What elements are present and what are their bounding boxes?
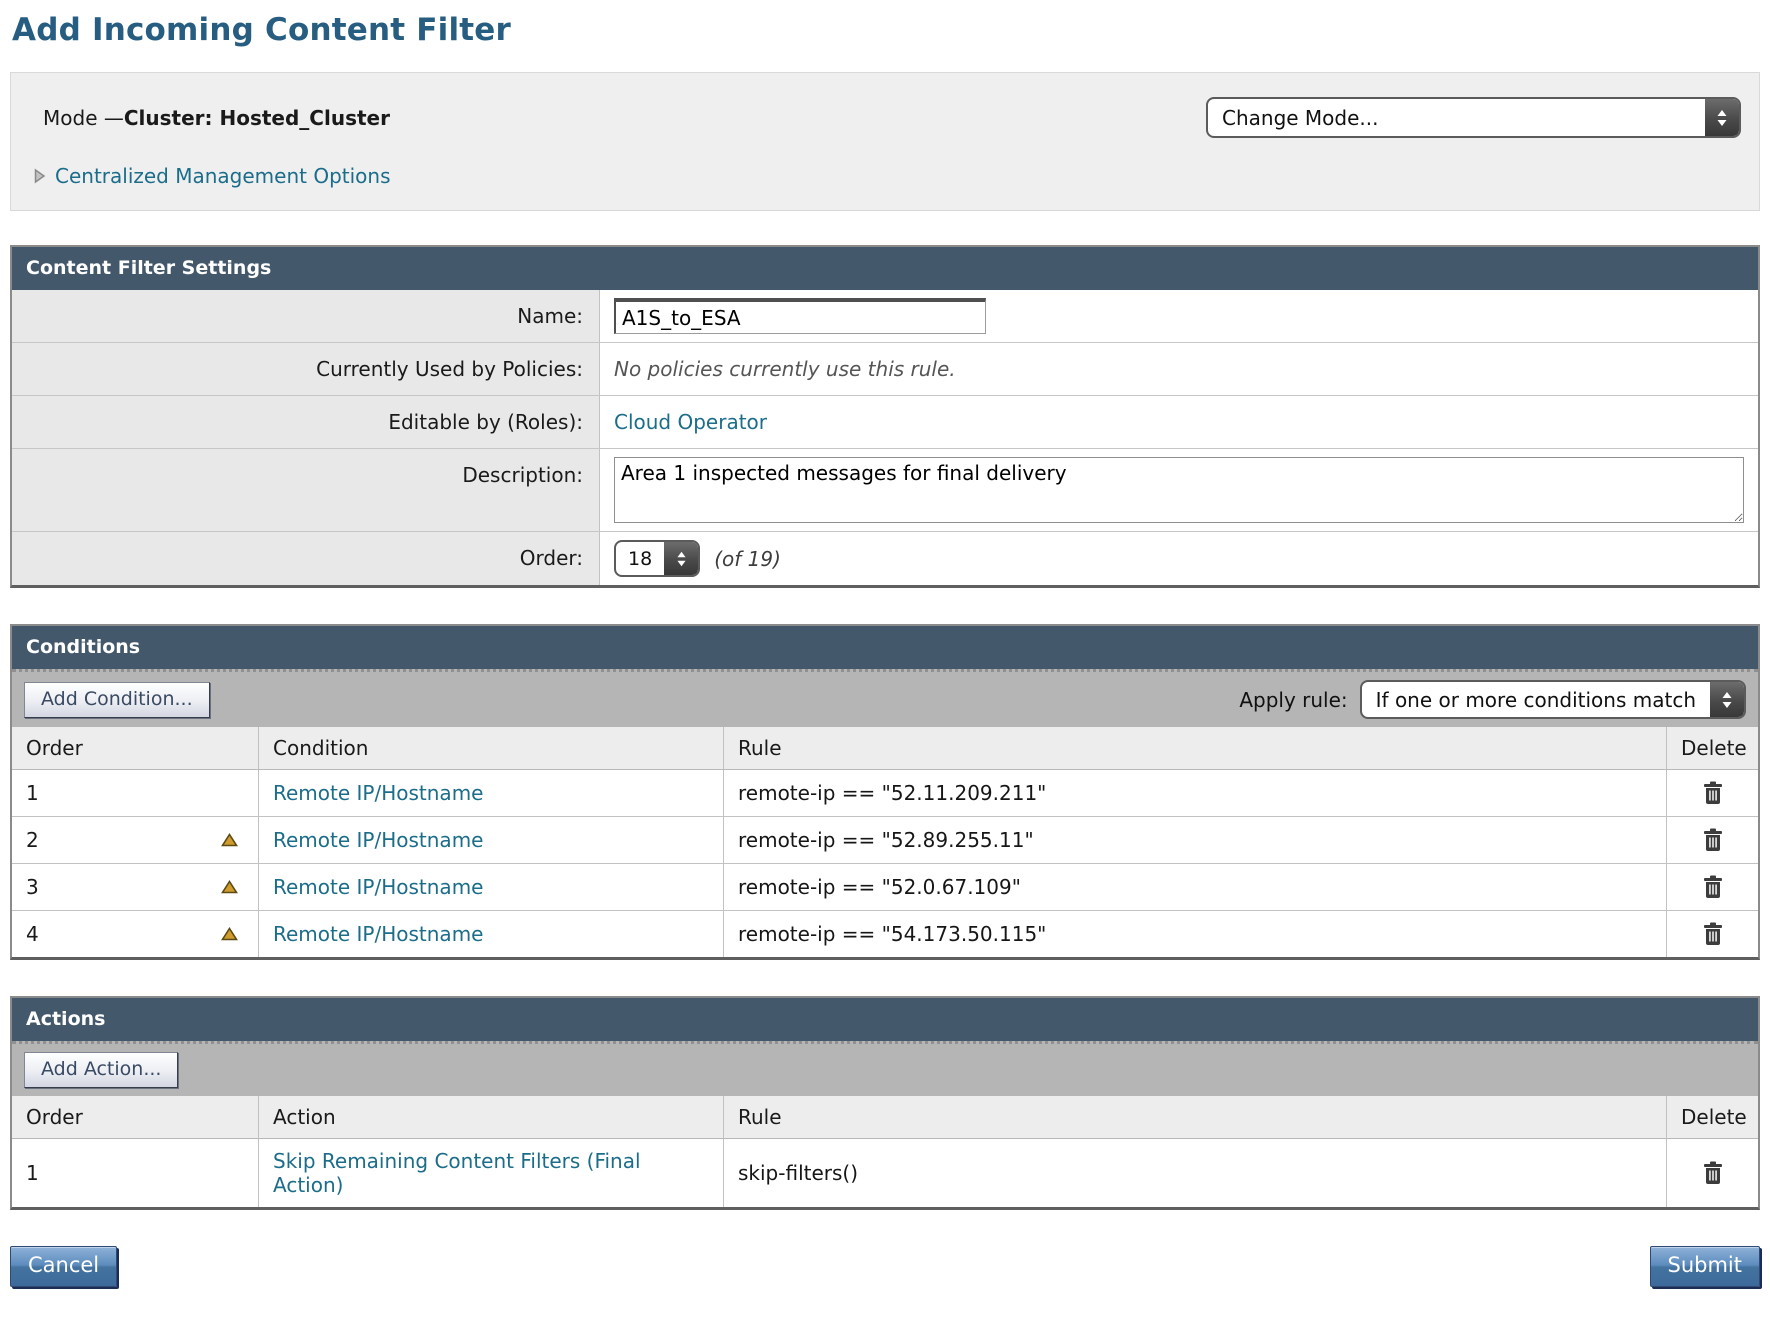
page: Add Incoming Content Filter Mode —Cluste… <box>0 0 1770 1317</box>
condition-order: 2 <box>26 828 39 852</box>
select-stepper-icon <box>664 542 698 575</box>
order-label: Order: <box>12 532 600 585</box>
name-label: Name: <box>12 290 600 342</box>
delete-condition-button[interactable] <box>1701 921 1725 947</box>
trash-icon <box>1701 1160 1725 1186</box>
condition-row: 2 Remote IP/Hostname remote-ip == "52.89… <box>12 817 1758 864</box>
name-input[interactable] <box>614 298 986 334</box>
delete-action-button[interactable] <box>1701 1160 1725 1186</box>
description-row: Description: Area 1 inspected messages f… <box>12 449 1758 532</box>
content-filter-settings-panel: Content Filter Settings Name: Currently … <box>10 245 1760 588</box>
delete-condition-button[interactable] <box>1701 827 1725 853</box>
name-row: Name: <box>12 290 1758 343</box>
column-header-delete: Delete <box>1667 1096 1761 1138</box>
change-mode-select-value: Change Mode... <box>1208 99 1705 136</box>
condition-link[interactable]: Remote IP/Hostname <box>273 875 483 899</box>
mode-label: Mode — <box>43 106 124 130</box>
change-mode-select[interactable]: Change Mode... <box>1206 97 1741 138</box>
conditions-column-headers: Order Condition Rule Delete <box>12 727 1758 770</box>
column-header-rule: Rule <box>724 727 1667 769</box>
mode-panel: Mode —Cluster: Hosted_Cluster Change Mod… <box>10 72 1760 211</box>
actions-panel: Actions Add Action... Order Action Rule … <box>10 996 1760 1210</box>
page-title: Add Incoming Content Filter <box>12 12 1760 48</box>
select-stepper-icon <box>1710 682 1744 717</box>
centralized-management-options-link[interactable]: Centralized Management Options <box>55 164 391 188</box>
column-header-rule: Rule <box>724 1096 1667 1138</box>
order-select[interactable]: 18 <box>614 540 700 577</box>
policies-row: Currently Used by Policies: No policies … <box>12 343 1758 396</box>
column-header-action: Action <box>259 1096 724 1138</box>
add-action-button[interactable]: Add Action... <box>24 1052 178 1088</box>
column-header-delete: Delete <box>1667 727 1761 769</box>
mode-value: Cluster: Hosted_Cluster <box>124 106 390 130</box>
action-link[interactable]: Skip Remaining Content Filters (Final Ac… <box>273 1149 709 1197</box>
policies-value: No policies currently use this rule. <box>614 357 956 381</box>
move-up-button[interactable] <box>221 833 238 847</box>
cloud-operator-link[interactable]: Cloud Operator <box>614 410 767 434</box>
column-header-order: Order <box>12 727 259 769</box>
move-up-icon <box>221 880 238 894</box>
conditions-panel: Conditions Add Condition... Apply rule: … <box>10 624 1760 960</box>
condition-rule: remote-ip == "54.173.50.115" <box>738 922 1046 946</box>
order-select-value: 18 <box>616 542 664 575</box>
condition-row: 3 Remote IP/Hostname remote-ip == "52.0.… <box>12 864 1758 911</box>
conditions-toolbar: Add Condition... Apply rule: If one or m… <box>12 669 1758 727</box>
roles-row: Editable by (Roles): Cloud Operator <box>12 396 1758 449</box>
disclosure-triangle-icon[interactable] <box>33 167 46 185</box>
apply-rule-select-value: If one or more conditions match <box>1362 682 1710 717</box>
condition-order: 4 <box>26 922 39 946</box>
actions-column-headers: Order Action Rule Delete <box>12 1096 1758 1139</box>
select-stepper-icon <box>1705 99 1739 136</box>
move-up-button[interactable] <box>221 927 238 941</box>
description-textarea[interactable]: Area 1 inspected messages for final deli… <box>614 457 1744 523</box>
mode-text: Mode —Cluster: Hosted_Cluster <box>29 106 390 130</box>
column-header-order: Order <box>12 1096 259 1138</box>
condition-order: 1 <box>26 781 39 805</box>
roles-label: Editable by (Roles): <box>12 396 600 448</box>
apply-rule-select[interactable]: If one or more conditions match <box>1360 680 1746 719</box>
condition-rule: remote-ip == "52.0.67.109" <box>738 875 1021 899</box>
settings-panel-header: Content Filter Settings <box>12 247 1758 290</box>
column-header-condition: Condition <box>259 727 724 769</box>
footer-bar: Cancel Submit <box>10 1246 1760 1287</box>
move-up-icon <box>221 927 238 941</box>
condition-rule: remote-ip == "52.89.255.11" <box>738 828 1034 852</box>
condition-link[interactable]: Remote IP/Hostname <box>273 781 483 805</box>
trash-icon <box>1701 874 1725 900</box>
delete-condition-button[interactable] <box>1701 780 1725 806</box>
condition-rule: remote-ip == "52.11.209.211" <box>738 781 1046 805</box>
policies-label: Currently Used by Policies: <box>12 343 600 395</box>
apply-rule-label: Apply rule: <box>1239 688 1347 712</box>
action-order: 1 <box>26 1161 39 1185</box>
condition-row: 1 Remote IP/Hostname remote-ip == "52.11… <box>12 770 1758 817</box>
move-up-icon <box>221 833 238 847</box>
actions-toolbar: Add Action... <box>12 1041 1758 1096</box>
move-up-button[interactable] <box>221 880 238 894</box>
trash-icon <box>1701 921 1725 947</box>
delete-condition-button[interactable] <box>1701 874 1725 900</box>
add-condition-button[interactable]: Add Condition... <box>24 682 210 718</box>
condition-link[interactable]: Remote IP/Hostname <box>273 828 483 852</box>
cancel-button[interactable]: Cancel <box>10 1246 117 1287</box>
conditions-panel-header: Conditions <box>12 626 1758 669</box>
action-rule: skip-filters() <box>738 1161 858 1185</box>
trash-icon <box>1701 827 1725 853</box>
condition-order: 3 <box>26 875 39 899</box>
condition-row: 4 Remote IP/Hostname remote-ip == "54.17… <box>12 911 1758 957</box>
order-total: (of 19) <box>714 547 781 571</box>
description-label: Description: <box>12 449 600 531</box>
trash-icon <box>1701 780 1725 806</box>
submit-button[interactable]: Submit <box>1650 1246 1761 1287</box>
condition-link[interactable]: Remote IP/Hostname <box>273 922 483 946</box>
actions-panel-header: Actions <box>12 998 1758 1041</box>
action-row: 1 Skip Remaining Content Filters (Final … <box>12 1139 1758 1207</box>
order-row: Order: 18 (of 19) <box>12 532 1758 585</box>
